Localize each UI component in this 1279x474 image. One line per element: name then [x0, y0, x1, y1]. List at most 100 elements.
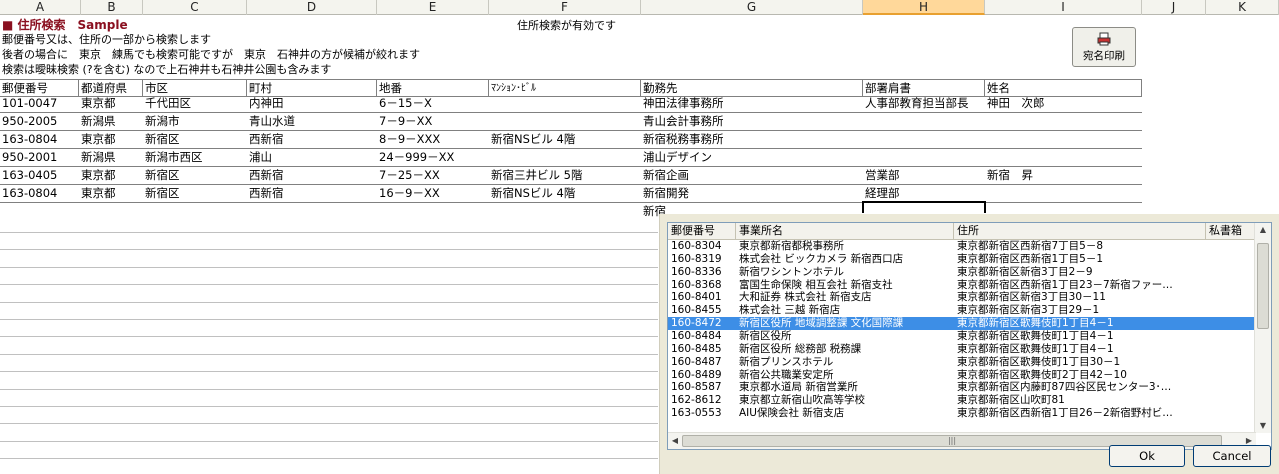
column-header-d[interactable]: D — [247, 0, 377, 15]
list-item[interactable]: 160-8485 新宿区役所 総務部 税務課 東京都新宿区歌舞伎町1丁目4－1 — [668, 343, 1256, 356]
column-header-c[interactable]: C — [143, 0, 247, 15]
result-header-pobox[interactable]: 私書箱 — [1206, 223, 1256, 239]
cell-city[interactable]: 新宿区 — [143, 131, 180, 148]
cell-postal-code[interactable]: 163-0804 — [0, 185, 57, 202]
cell-city[interactable]: 新潟市 — [143, 113, 180, 130]
list-item[interactable]: 160-8487 新宿プリンスホテル 東京都新宿区歌舞伎町1丁目30－1 — [668, 356, 1256, 369]
cell-lot-number[interactable]: 16－9－XX — [377, 185, 440, 202]
list-item[interactable]: 160-8368 富国生命保険 相互会社 新宿支社 東京都新宿区西新宿1丁目23－7… — [668, 279, 1256, 292]
cell-building[interactable] — [489, 95, 491, 112]
cell-city[interactable]: 新宿区 — [143, 185, 180, 202]
column-header-a[interactable]: A — [0, 0, 81, 15]
cell-prefecture[interactable]: 東京都 — [79, 185, 116, 202]
cancel-button[interactable]: Cancel — [1193, 445, 1271, 467]
cell-city[interactable]: 新潟市西区 — [143, 149, 203, 166]
column-header-bar: A B C D E F G H I J K — [0, 0, 1279, 15]
cell-employer[interactable]: 新宿開発 — [641, 185, 689, 202]
column-header-g[interactable]: G — [641, 0, 863, 15]
cell-city[interactable]: 新宿区 — [143, 167, 180, 184]
cell-town[interactable]: 西新宿 — [247, 167, 284, 184]
table-row[interactable]: 950-2001 新潟県 新潟市西区 浦山 24－999－XX 浦山デザイン — [0, 149, 1142, 167]
cell-postal-code[interactable]: 950-2005 — [0, 113, 57, 130]
cell-postal-code[interactable]: 163-0405 — [0, 167, 57, 184]
cell-name[interactable] — [985, 113, 987, 130]
search-result-list[interactable]: 郵便番号 事業所名 住所 私書箱 160-8304 東京都新宿都税事務所 東京都新宿… — [667, 222, 1272, 450]
table-row[interactable]: 101-0047 東京都 千代田区 内神田 6－15－X 神田法律事務所 人事部… — [0, 95, 1142, 113]
cell-prefecture[interactable]: 新潟県 — [79, 113, 116, 130]
list-item[interactable]: 162-8612 東京都立新宿山吹高等学校 東京都新宿区山吹町81 — [668, 394, 1256, 407]
cell-town[interactable]: 浦山 — [247, 149, 272, 166]
cell-name[interactable] — [985, 131, 987, 148]
vertical-scrollbar[interactable]: ▲ ▼ — [1254, 223, 1271, 433]
ok-button[interactable]: Ok — [1109, 445, 1185, 467]
column-header-b[interactable]: B — [81, 0, 143, 15]
column-header-k[interactable]: K — [1206, 0, 1279, 15]
column-header-i[interactable]: I — [985, 0, 1142, 15]
cell-name[interactable]: 新宿 昇 — [985, 167, 1033, 184]
cell-employer[interactable]: 神田法律事務所 — [641, 95, 724, 112]
cell-department-title[interactable]: 人事部教育担当部長 — [863, 95, 969, 112]
list-item[interactable]: 160-8336 新宿ワシントンホテル 東京都新宿区新宿3丁目2－9 — [668, 266, 1256, 279]
table-row[interactable]: 163-0804 東京都 新宿区 西新宿 8－9－XXX 新宿NSビル 4階 新… — [0, 131, 1142, 149]
result-header-postal[interactable]: 郵便番号 — [668, 223, 736, 239]
cell-department-title[interactable] — [863, 149, 865, 166]
description-line-2: 後者の場合に 東京 練馬でも検索可能ですが 東京 石神井の方が候補が絞れます — [2, 48, 420, 61]
cell-town[interactable]: 西新宿 — [247, 185, 284, 202]
cell-lot-number[interactable]: 6－15－X — [377, 95, 432, 112]
cell-department-title[interactable] — [863, 113, 865, 130]
list-item[interactable]: 160-8319 株式会社 ビックカメラ 新宿西口店 東京都新宿区西新宿1丁目5－1 — [668, 253, 1256, 266]
cell-city[interactable]: 千代田区 — [143, 95, 191, 112]
result-postal-code: 160-8455 — [671, 304, 722, 317]
cell-lot-number[interactable]: 24－999－XX — [377, 149, 454, 166]
cell-building[interactable]: 新宿NSビル 4階 — [489, 131, 575, 148]
list-item[interactable]: 160-8304 東京都新宿都税事務所 東京都新宿区西新宿7丁目5－8 — [668, 240, 1256, 253]
cell-town[interactable]: 西新宿 — [247, 131, 284, 148]
cell-town[interactable]: 内神田 — [247, 95, 284, 112]
cell-postal-code[interactable]: 101-0047 — [0, 95, 57, 112]
cell-postal-code[interactable]: 163-0804 — [0, 131, 57, 148]
cell-employer[interactable]: 青山会計事務所 — [641, 113, 724, 130]
cell-employer[interactable]: 新宿企画 — [641, 167, 689, 184]
cell-lot-number[interactable]: 7－9－XX — [377, 113, 432, 130]
cell-name[interactable]: 神田 次郎 — [985, 95, 1045, 112]
column-header-h[interactable]: H — [863, 0, 985, 15]
table-row[interactable]: 163-0405 東京都 新宿区 西新宿 7－25－XX 新宿三井ビル 5階 新… — [0, 167, 1142, 185]
column-header-j[interactable]: J — [1142, 0, 1206, 15]
cell-lot-number[interactable]: 7－25－XX — [377, 167, 440, 184]
cell-name[interactable] — [985, 185, 987, 202]
list-item[interactable]: 160-8484 新宿区役所 東京都新宿区歌舞伎町1丁目4－1 — [668, 330, 1256, 343]
list-item[interactable]: 160-8472 新宿区役所 地域調整課 文化国際課 東京都新宿区歌舞伎町1丁目4－… — [668, 317, 1256, 330]
list-item[interactable]: 160-8401 大和証券 株式会社 新宿支店 東京都新宿区新宿3丁目30－11 — [668, 291, 1256, 304]
list-item[interactable]: 160-8489 新宿公共職業安定所 東京都新宿区歌舞伎町2丁目42－10 — [668, 369, 1256, 382]
cell-department-title[interactable] — [863, 131, 865, 148]
column-header-e[interactable]: E — [377, 0, 489, 15]
cell-department-title[interactable]: 経理部 — [863, 185, 900, 202]
result-header-business[interactable]: 事業所名 — [736, 223, 954, 239]
cell-building[interactable]: 新宿三井ビル 5階 — [489, 167, 582, 184]
result-header-address[interactable]: 住所 — [954, 223, 1206, 239]
scroll-left-icon[interactable]: ◀ — [668, 434, 682, 448]
print-address-button[interactable]: 宛名印刷 — [1072, 27, 1136, 67]
cell-prefecture[interactable]: 東京都 — [79, 95, 116, 112]
cell-prefecture[interactable]: 東京都 — [79, 131, 116, 148]
cell-building[interactable]: 新宿NSビル 4階 — [489, 185, 575, 202]
cell-employer[interactable]: 浦山デザイン — [641, 149, 712, 166]
list-item[interactable]: 160-8587 東京都水道局 新宿営業所 東京都新宿区内藤町87四谷区民センター3… — [668, 381, 1256, 394]
list-item[interactable]: 160-8455 株式会社 三越 新宿店 東京都新宿区新宿3丁目29－1 — [668, 304, 1256, 317]
scroll-up-icon[interactable]: ▲ — [1256, 223, 1270, 237]
list-item[interactable]: 163-0553 AIU保険会社 新宿支店 東京都新宿区西新宿1丁目26－2新宿野村… — [668, 407, 1256, 420]
column-header-f[interactable]: F — [489, 0, 641, 15]
cell-postal-code[interactable]: 950-2001 — [0, 149, 57, 166]
cell-lot-number[interactable]: 8－9－XXX — [377, 131, 440, 148]
cell-department-title[interactable]: 営業部 — [863, 167, 900, 184]
cell-prefecture[interactable]: 東京都 — [79, 167, 116, 184]
cell-name[interactable] — [985, 149, 987, 166]
scroll-down-icon[interactable]: ▼ — [1256, 419, 1270, 433]
cell-building[interactable] — [489, 113, 491, 130]
cell-building[interactable] — [489, 149, 491, 166]
cell-employer[interactable]: 新宿税務事務所 — [641, 131, 724, 148]
cell-town[interactable]: 青山水道 — [247, 113, 295, 130]
table-row[interactable]: 950-2005 新潟県 新潟市 青山水道 7－9－XX 青山会計事務所 — [0, 113, 1142, 131]
vertical-scroll-thumb[interactable] — [1257, 243, 1269, 329]
cell-prefecture[interactable]: 新潟県 — [79, 149, 116, 166]
